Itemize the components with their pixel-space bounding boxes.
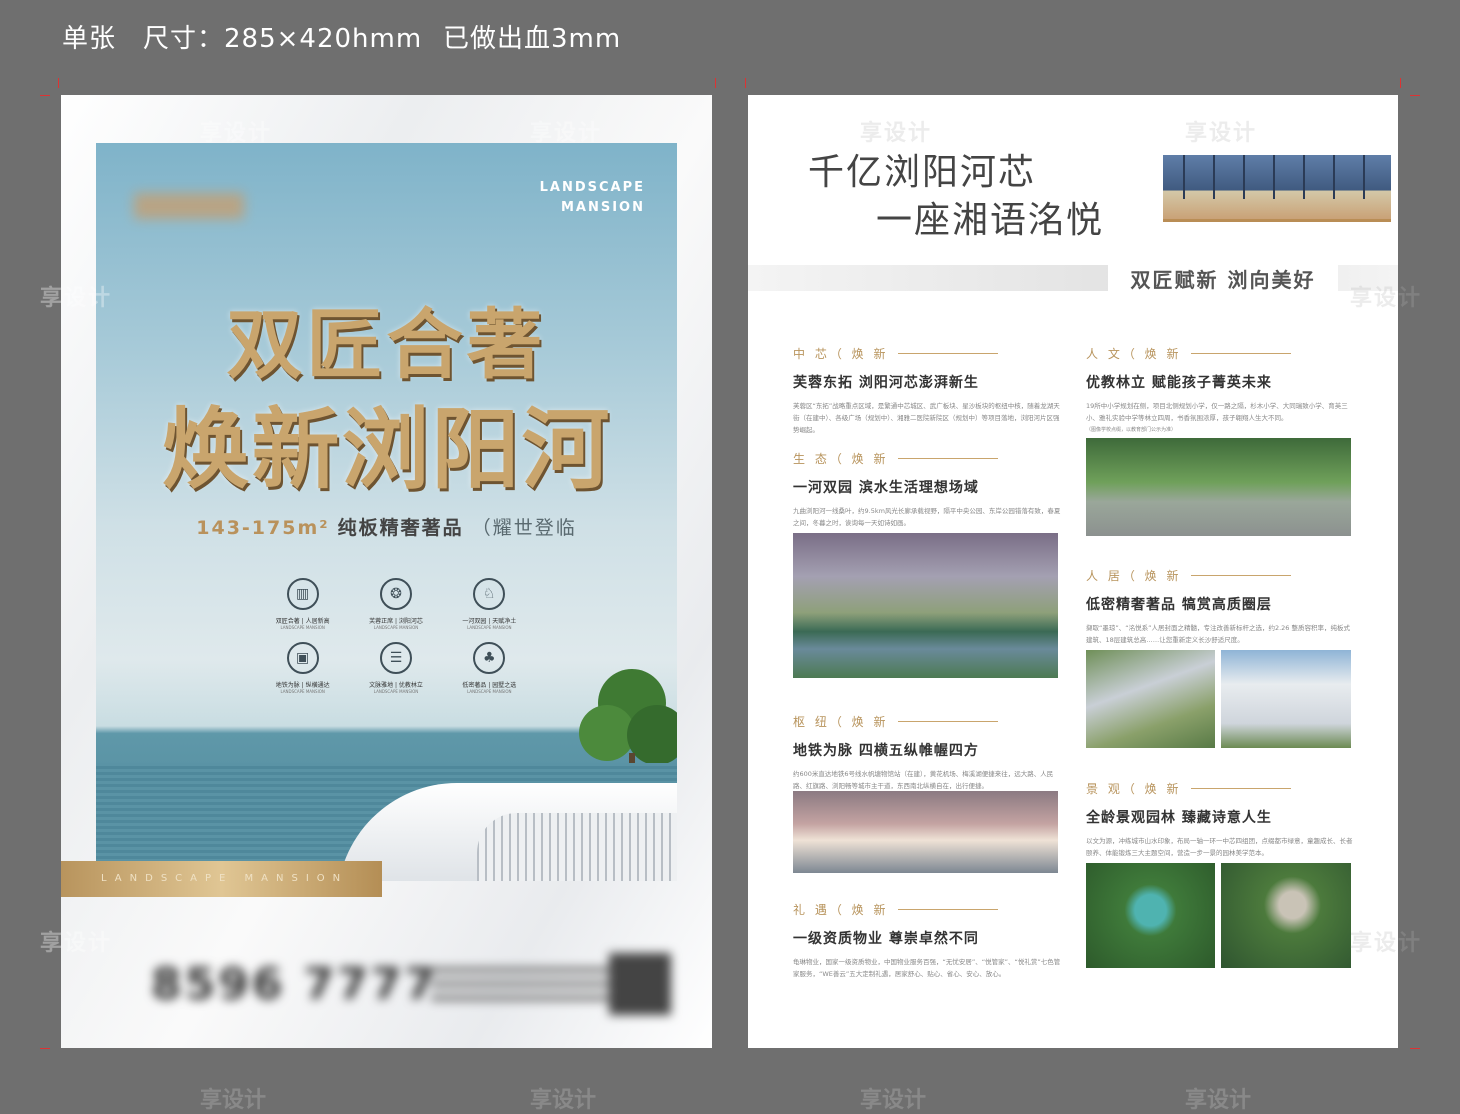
section-head: 枢 纽（ 焕 新 (793, 715, 889, 729)
tree-icon: ♣ (473, 642, 506, 674)
swirl-icon: ❂ (379, 578, 412, 610)
section-head: 礼 遇（ 焕 新 (793, 903, 889, 917)
back-title-line1: 千亿浏阳河芯 (808, 152, 1037, 193)
subtitle: 143-175m² 纯板精奢著品 （耀世登临 (96, 513, 677, 540)
feature-label: 地铁为脉 | 纵横通达 (275, 682, 330, 689)
feature-icon-grid: ▥ 双匠合著 | 人居新高 LANDSCAPE MANSION ❂ 芙蓉正席 | 浏阳… (256, 578, 536, 694)
feature-item: ♘ 一河双园 | 天赋净土 LANDSCAPE MANSION (443, 578, 536, 630)
brand-line2: MANSION (560, 200, 645, 215)
pavilion-aerial-photo (1221, 863, 1351, 968)
kids-photo (1086, 438, 1351, 536)
qr-code (609, 953, 671, 1015)
feature-item: ♣ 低密著品 | 园墅之选 LANDSCAPE MANSION (443, 642, 536, 694)
crop-mark (40, 1048, 50, 1049)
feature-label: 一河双园 | 天赋净土 (462, 618, 517, 625)
section-landscape: 景 观（ 焕 新 全龄景观园林 臻藏诗意人生 以文为源，冲练城市山水印象，布局一… (1086, 780, 1356, 859)
feature-sublabel: LANDSCAPE MANSION (467, 689, 512, 694)
section-transit: 枢 纽（ 焕 新 地铁为脉 四横五纵帷幄四方 约600米直达地铁6号线水帆塘物馆… (793, 713, 1063, 792)
back-page: 千亿浏阳河芯 一座湘语洺悦 双匠赋新 浏向美好 中 芯（ 焕 新 芙蓉东拓 浏阳… (748, 95, 1398, 1048)
section-title: 低密精奢著品 犒赏高质圈层 (1086, 597, 1272, 613)
brand-line1: LANDSCAPE (539, 180, 645, 195)
blurred-contact-bar: 8596 7777 (111, 953, 671, 1019)
garden-aerial-photo (1086, 863, 1215, 968)
book-icon: ☰ (379, 642, 412, 674)
section-title: 地铁为脉 四横五纵帷幄四方 (793, 743, 979, 759)
section-body: 龟琳物业，国家一级资质物业，中国物业服务百强，“无忧安居”、“悦管家”、“悦礼赏… (793, 958, 1061, 978)
city-lake-photo (793, 533, 1058, 678)
section-head: 生 态（ 焕 新 (793, 452, 889, 466)
feature-item: ☰ 文脉雅地 | 优教林立 LANDSCAPE MANSION (349, 642, 442, 694)
section-body: 约600米直达地铁6号线水帆塘物馆站（在建），黄花机场、梅溪湖便捷来往，远大路、… (793, 770, 1054, 790)
watermark: 享设计 (530, 1088, 597, 1113)
feature-label: 低密著品 | 园墅之选 (462, 682, 517, 689)
section-education: 人 文（ 焕 新 优教林立 赋能孩子菁英未来 19所中小学规划在侧，项目北侧规划… (1086, 345, 1356, 436)
crop-mark (715, 78, 716, 88)
feature-sublabel: LANDSCAPE MANSION (280, 689, 325, 694)
band-label: 双匠赋新 浏向美好 (1108, 265, 1338, 295)
section-head: 中 芯（ 焕 新 (793, 347, 889, 361)
crop-mark (58, 78, 59, 88)
crop-mark (1410, 95, 1420, 96)
gold-banner: LANDSCAPE MANSION (61, 861, 382, 897)
section-service: 礼 遇（ 焕 新 一级资质物业 尊崇卓然不同 龟琳物业，国家一级资质物业，中国物… (793, 901, 1063, 980)
section-core: 中 芯（ 焕 新 芙蓉东拓 浏阳河芯澎湃新生 芙蓉区“东拓”战略重点区域，是繁通… (793, 345, 1063, 436)
aerial-community-photo (1086, 650, 1215, 748)
crop-mark (1400, 78, 1401, 88)
feature-label: 双匠合著 | 人居新高 (275, 618, 330, 625)
header-size-label: 尺寸：285×420hmm (143, 24, 423, 54)
storefront-photo (1163, 155, 1391, 222)
subtitle-name: 纯板精奢著品 (337, 517, 464, 539)
feature-sublabel: LANDSCAPE MANSION (373, 625, 419, 630)
watermark: 享设计 (860, 1088, 927, 1113)
subtitle-tag: （耀世登临 (471, 517, 577, 539)
section-body: 九曲浏阳河一线桑叶，约9.5km风光长廊承载视野，隔平中央公园、东岸公园错落有致… (793, 507, 1061, 527)
section-ecology: 生 态（ 焕 新 一河双园 滨水生活理想场域 九曲浏阳河一线桑叶，约9.5km风… (793, 450, 1063, 529)
feature-item: ▥ 双匠合著 | 人居新高 LANDSCAPE MANSION (256, 578, 349, 630)
train-photo (793, 791, 1058, 873)
header-single-label: 单张 (62, 24, 117, 54)
crop-mark (40, 95, 50, 96)
feature-sublabel: LANDSCAPE MANSION (280, 625, 325, 630)
poster-image: LANDSCAPE MANSION 双匠合著 焕新浏阳河 143-175m² 纯… (96, 143, 677, 881)
subtitle-area: 143-175m² (196, 517, 330, 539)
feature-label: 芙蓉正席 | 浏阳河芯 (369, 618, 423, 625)
section-title: 一级资质物业 尊崇卓然不同 (793, 931, 979, 947)
crop-mark (745, 78, 746, 88)
section-body: 19所中小学规划在侧，项目北侧规划小学，仅一路之隔，杉木小学、大同瑞致小学、育英… (1086, 402, 1348, 422)
deer-icon: ♘ (473, 578, 506, 610)
school-note: （图像学校点缀，以教育部门公示为准） (1086, 427, 1177, 433)
section-body: 撷取“墨琼”、“洺悦系”人居封面之精髓，专注改善新标杆之选，约2.26 整质容积… (1086, 624, 1351, 644)
watermark: 享设计 (200, 1088, 267, 1113)
section-title: 优教林立 赋能孩子菁英未来 (1086, 375, 1272, 391)
feature-sublabel: LANDSCAPE MANSION (373, 689, 419, 694)
tower-render-photo (1221, 650, 1351, 748)
section-title: 一河双园 滨水生活理想场域 (793, 480, 979, 496)
section-head: 景 观（ 焕 新 (1086, 782, 1182, 796)
feature-sublabel: LANDSCAPE MANSION (467, 625, 512, 630)
building-icon: ▥ (286, 578, 319, 610)
train-icon: ▣ (286, 642, 319, 674)
section-title: 全龄景观园林 臻藏诗意人生 (1086, 810, 1272, 826)
brand-mark: LANDSCAPE MANSION (540, 178, 645, 218)
headline-line2: 焕新浏阳河 (161, 397, 612, 501)
headline-line1: 双匠合著 (226, 300, 547, 389)
front-page: LANDSCAPE MANSION 双匠合著 焕新浏阳河 143-175m² 纯… (61, 95, 712, 1048)
section-living: 人 居（ 焕 新 低密精奢著品 犒赏高质圈层 撷取“墨琼”、“洺悦系”人居封面之… (1086, 567, 1356, 646)
blurred-logo (134, 193, 244, 219)
feature-item: ❂ 芙蓉正席 | 浏阳河芯 LANDSCAPE MANSION (349, 578, 442, 630)
back-title-line2: 一座湘语洺悦 (876, 200, 1105, 241)
section-head: 人 文（ 焕 新 (1086, 347, 1182, 361)
feature-item: ▣ 地铁为脉 | 纵横通达 LANDSCAPE MANSION (256, 642, 349, 694)
gold-banner-text: LANDSCAPE MANSION (101, 873, 349, 884)
section-head: 人 居（ 焕 新 (1086, 569, 1182, 583)
feature-label: 文脉雅地 | 优教林立 (369, 682, 423, 689)
section-body: 以文为源，冲练城市山水印象，布局一轴一环一中芯四组团，点缀都市绿意，童趣成长、长… (1086, 837, 1353, 857)
section-body: 芙蓉区“东拓”战略重点区域，是繁通中芯城区、武广板块、星沙板块的枢纽中核，随着龙… (793, 402, 1060, 434)
header-bleed-label: 已做出血3mm (443, 24, 622, 54)
section-title: 芙蓉东拓 浏阳河芯澎湃新生 (793, 375, 979, 391)
crop-mark (1410, 1048, 1420, 1049)
watermark: 享设计 (1185, 1088, 1252, 1113)
blurred-phone-number: 8596 7777 (151, 959, 439, 1010)
